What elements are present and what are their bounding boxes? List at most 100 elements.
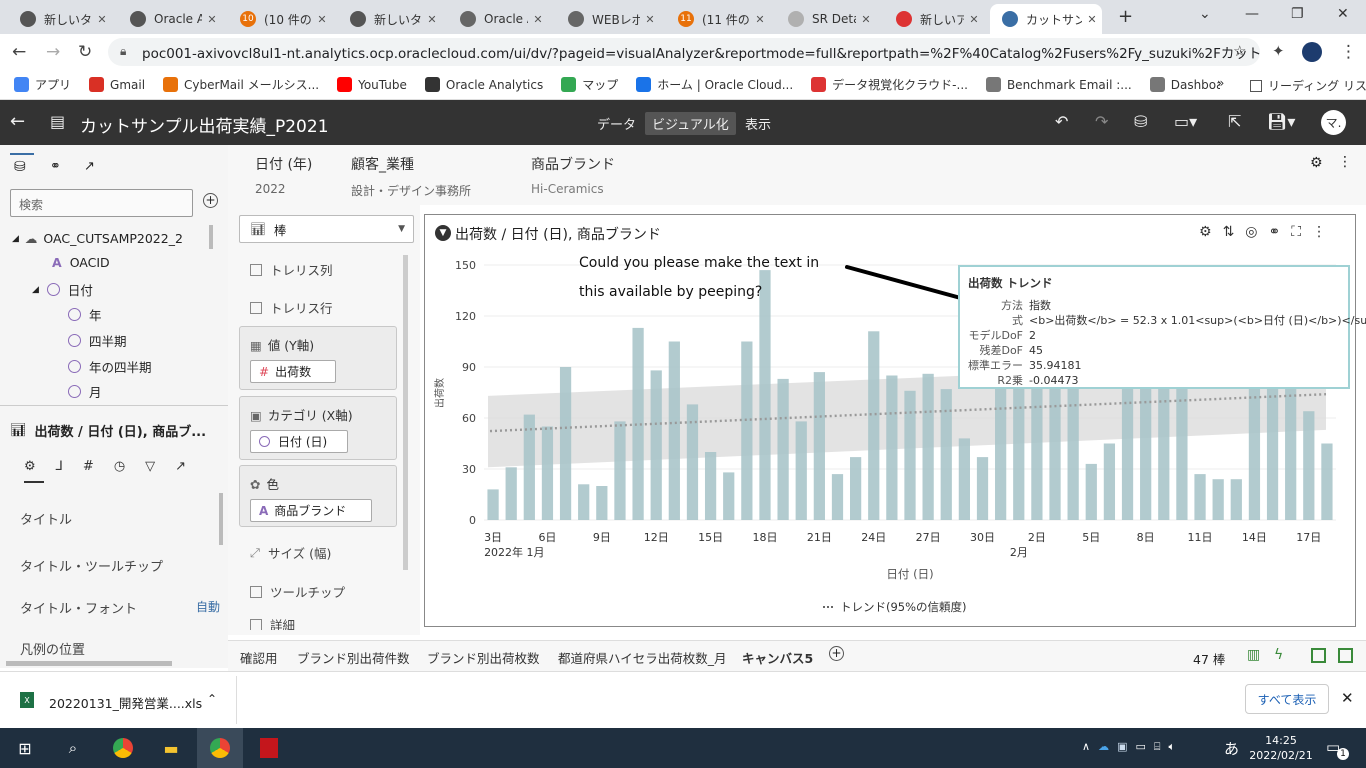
filter-funnel-icon[interactable]: ▼ [435,225,451,241]
filter-menu-icon[interactable]: ⋮ [1338,154,1352,170]
bookmark-item[interactable]: Oracle Analytics [424,77,543,92]
drop-color[interactable]: ✿ 色 A 商品ブランド [239,465,397,527]
filter-brand[interactable]: 商品ブランド Hi-Ceramics [531,154,615,196]
drop-category-x[interactable]: ▣ カテゴリ (X軸) 日付 (日) [239,396,397,460]
browser-tab[interactable]: 新しいタブ✕ [8,4,112,34]
export-icon[interactable]: ⇱ [1228,112,1241,131]
drop-values-y[interactable]: ▦ 値 (Y軸) # 出荷数 [239,326,397,390]
general-icon[interactable]: ⚙ [24,459,56,474]
back-arrow-icon[interactable]: ← [10,111,25,132]
tree-item-year[interactable]: 年 [68,305,102,324]
download-filename[interactable]: 20220131_開発営業....xls [49,693,202,712]
network-icon[interactable]: ⌸ [1154,740,1169,753]
save-icon[interactable]: 💾︎▾ [1267,112,1295,131]
canvas-tab[interactable]: 確認用 [240,648,278,667]
close-tab-icon[interactable]: ✕ [856,13,876,26]
drop-detail[interactable]: 詳細 [250,619,295,630]
close-tab-icon[interactable]: ✕ [92,13,112,26]
chrome-profile-icon[interactable] [207,736,233,760]
grammar-toggle-icon[interactable]: ▥ [1247,647,1260,663]
acrobat-icon[interactable] [256,736,282,760]
browser-tab[interactable]: Oracle Analytics✕ [118,4,222,34]
extensions-icon[interactable]: ✦ [1272,42,1285,60]
ime-indicator[interactable]: あ [1224,738,1239,759]
more-bookmarks-icon[interactable]: » [1217,76,1224,90]
windows-start-icon[interactable]: ⊞ [12,736,38,760]
add-data-icon[interactable]: + [203,193,218,208]
collapse-icon[interactable]: ◢ [12,234,19,244]
onedrive-icon[interactable]: ☁ [1098,740,1117,753]
browser-tab[interactable]: カットサンプル✕ [990,4,1102,34]
bookmark-item[interactable]: ホーム | Oracle Cloud... [636,76,793,93]
tree-source[interactable]: ◢ ☁ OAC_CUTSAMP2022_2 [12,231,183,246]
pill-brand[interactable]: A 商品ブランド [250,499,372,522]
minimize-button[interactable]: — [1245,6,1259,22]
close-tab-icon[interactable]: ✕ [202,13,222,26]
new-tab-button[interactable]: + [1118,6,1133,27]
tray-chevron-icon[interactable]: ∧ [1082,740,1098,753]
bookmark-item[interactable]: Gmail [89,77,145,92]
props-scrollbar[interactable] [219,493,223,545]
browser-tab[interactable]: 11 (11 件の未読)✕ [666,4,770,34]
back-icon[interactable]: ← [12,42,26,62]
viz-menu-icon[interactable]: ⋮ [1312,224,1337,240]
drop-trellis-columns[interactable]: トレリス列 [250,260,333,279]
menu-icon[interactable]: ⋮ [1340,42,1357,62]
bookmark-item[interactable]: CyberMail メールシス... [163,76,319,93]
target-icon[interactable]: ◎ [1245,224,1268,240]
show-all-button[interactable]: すべて表示 [1245,684,1329,714]
tree-item-month[interactable]: 月 [68,382,102,401]
pill-shipments[interactable]: # 出荷数 [250,360,336,383]
canvas-tab[interactable]: 都道府県ハイセラ出荷枚数_月 [558,648,727,667]
close-tab-icon[interactable]: ✕ [422,13,442,26]
prop-title[interactable]: タイトル [20,509,72,528]
drop-trellis-rows[interactable]: トレリス行 [250,298,333,317]
tree-scrollbar[interactable] [209,225,213,249]
reload-icon[interactable]: ↻ [78,42,92,62]
mode-tab[interactable]: ビジュアル化 [645,112,736,135]
analytics-tab-icon[interactable]: ↗ [84,159,95,174]
bookmark-item[interactable]: YouTube [337,77,407,92]
bookmark-item[interactable]: マップ [561,76,618,93]
presentation-icon[interactable]: ▭▾ [1174,112,1197,131]
reading-list-button[interactable]: リーディング リスト [1250,77,1366,94]
close-downloads-icon[interactable]: ✕ [1341,689,1354,707]
viz-type-select[interactable]: 📊︎ 棒 ▼ [239,215,414,243]
filter-icon[interactable]: ▽ [145,459,175,474]
close-tab-icon[interactable]: ✕ [964,13,984,26]
canvas-tab[interactable]: ブランド別出荷件数 [297,648,410,667]
tree-item-quarter[interactable]: 四半期 [68,331,127,350]
auto-apply-icon[interactable]: ⚙ [1310,155,1323,171]
maximize-button[interactable]: ❐ [1291,6,1304,22]
redo-icon[interactable]: ↷ [1095,112,1108,131]
number-icon[interactable]: # [83,459,114,474]
profile-avatar[interactable] [1302,42,1322,62]
bookmark-star-icon[interactable]: ☆ [1233,42,1246,60]
chrome-icon[interactable] [110,736,136,760]
browser-tab[interactable]: SR Detail✕ [776,4,876,34]
tree-item-date[interactable]: ◢ 日付 [32,280,93,299]
sort-icon[interactable]: ⇅ [1223,224,1246,240]
add-canvas-icon[interactable]: + [829,646,844,661]
close-tab-icon[interactable]: ✕ [312,13,332,26]
layout-right-icon[interactable] [1338,648,1353,663]
lightning-icon[interactable]: ϟ [1274,647,1283,663]
close-tab-icon[interactable]: ✕ [640,13,660,26]
browser-tab[interactable]: 新しいアイテム✕ [884,4,984,34]
prop-title-tooltip[interactable]: タイトル・ツールチップ [20,556,163,575]
address-bar[interactable]: 🔒︎ poc001-axivovcl8ul1-nt.analytics.ocp.… [108,38,1260,66]
tab-search-icon[interactable]: ⌄ [1199,6,1211,22]
drop-size[interactable]: ⤢ サイズ (幅) [250,543,331,562]
horizontal-scrollbar[interactable] [6,661,172,666]
bookmark-item[interactable]: アプリ [14,76,71,93]
pill-date-day[interactable]: 日付 (日) [250,430,348,453]
prop-font-value[interactable]: 自動 [196,598,220,615]
search-input[interactable]: 検索 [10,189,193,217]
layout-left-icon[interactable] [1311,648,1326,663]
axis-icon[interactable]: ⅃ [56,459,83,474]
volume-icon[interactable]: 🔈︎ [1168,740,1183,753]
canvas-tab[interactable]: ブランド別出荷枚数 [427,648,540,667]
search-icon[interactable]: ⌕ [60,736,86,760]
mode-tab[interactable]: データ [590,112,643,135]
settings-icon[interactable]: ⚙ [1199,224,1223,240]
